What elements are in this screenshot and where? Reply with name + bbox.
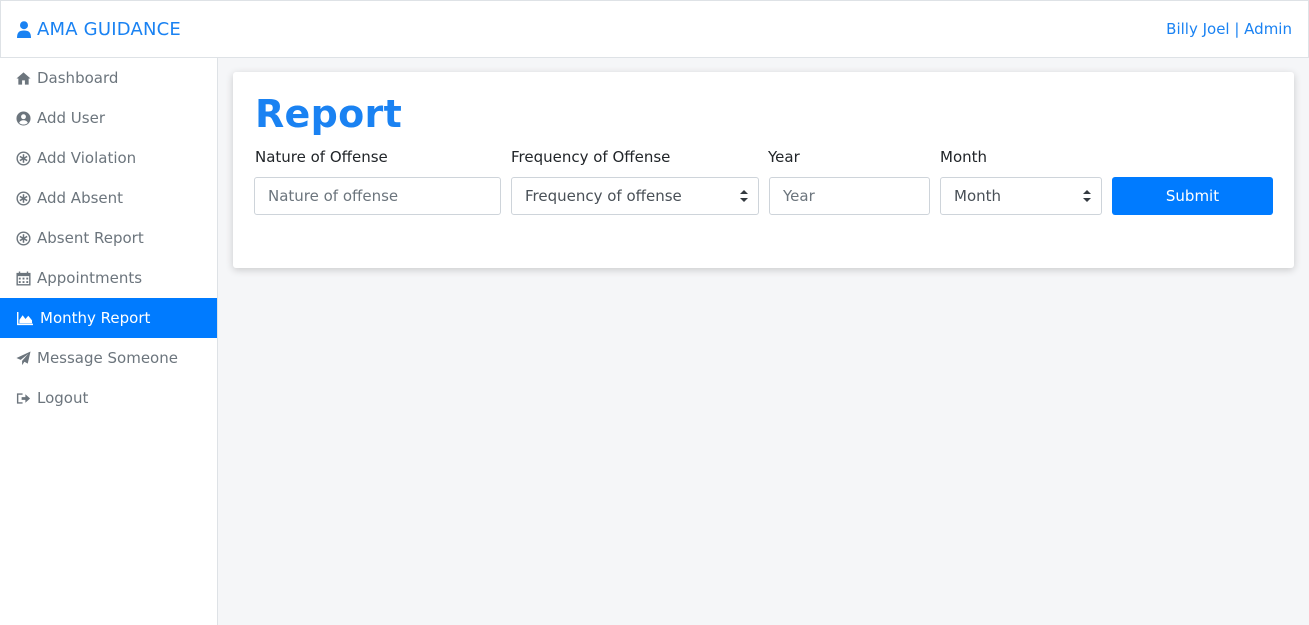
asterisk-circle-icon — [16, 190, 31, 206]
report-card: Report Nature of Offense Frequency of Of… — [233, 72, 1294, 268]
brand-link[interactable]: AMA GUIDANCE — [17, 19, 181, 40]
year-input[interactable]: Year — [769, 177, 930, 215]
nature-of-offense-input[interactable]: Nature of offense — [254, 177, 501, 215]
year-label: Year — [768, 148, 800, 166]
month-select[interactable]: Month — [940, 177, 1102, 215]
asterisk-circle-icon — [16, 230, 31, 246]
frequency-of-offense-label: Frequency of Offense — [511, 148, 671, 166]
top-navbar: AMA GUIDANCE Billy Joel | Admin — [0, 0, 1309, 58]
sidebar-item-absent-report[interactable]: Absent Report — [0, 218, 217, 258]
sidebar-item-appointments[interactable]: Appointments — [0, 258, 217, 298]
frequency-selected-value: Frequency of offense — [525, 187, 682, 205]
sidebar-item-label: Absent Report — [37, 229, 144, 247]
nature-of-offense-placeholder: Nature of offense — [268, 187, 399, 205]
sidebar-item-dashboard[interactable]: Dashboard — [0, 58, 217, 98]
select-caret-icon — [740, 190, 748, 202]
select-caret-icon — [1083, 190, 1091, 202]
year-placeholder: Year — [783, 187, 815, 205]
sidebar-item-message-someone[interactable]: Message Someone — [0, 338, 217, 378]
frequency-of-offense-select[interactable]: Frequency of offense — [511, 177, 759, 215]
home-icon — [16, 71, 31, 85]
user-circle-icon — [16, 110, 31, 126]
user-account-link[interactable]: Billy Joel | Admin — [1166, 20, 1292, 38]
sidebar-item-label: Add User — [37, 109, 105, 127]
nature-of-offense-label: Nature of Offense — [255, 148, 388, 166]
sidebar-item-label: Logout — [37, 389, 89, 407]
sidebar-item-add-absent[interactable]: Add Absent — [0, 178, 217, 218]
submit-button[interactable]: Submit — [1112, 177, 1273, 215]
sidebar-item-label: Message Someone — [37, 349, 178, 367]
sidebar-item-label: Monthy Report — [40, 309, 151, 327]
page-title: Report — [255, 92, 403, 136]
area-chart-icon — [17, 311, 33, 325]
user-icon — [17, 20, 31, 38]
sign-out-icon — [16, 392, 31, 404]
sidebar-item-label: Add Violation — [37, 149, 137, 167]
sidebar-item-add-violation[interactable]: Add Violation — [0, 138, 217, 178]
sidebar-item-label: Appointments — [37, 269, 143, 287]
calendar-icon — [16, 270, 31, 286]
sidebar-item-logout[interactable]: Logout — [0, 378, 217, 418]
month-selected-value: Month — [954, 187, 1002, 205]
sidebar: Dashboard Add User Add Violation Add Abs… — [0, 58, 218, 625]
sidebar-item-monthly-report[interactable]: Monthy Report — [0, 298, 217, 338]
month-label: Month — [940, 148, 988, 166]
paper-plane-icon — [16, 350, 31, 365]
sidebar-item-add-user[interactable]: Add User — [0, 98, 217, 138]
sidebar-item-label: Add Absent — [37, 189, 124, 207]
asterisk-circle-icon — [16, 150, 31, 166]
brand-title: AMA GUIDANCE — [37, 18, 181, 40]
sidebar-item-label: Dashboard — [37, 69, 119, 87]
